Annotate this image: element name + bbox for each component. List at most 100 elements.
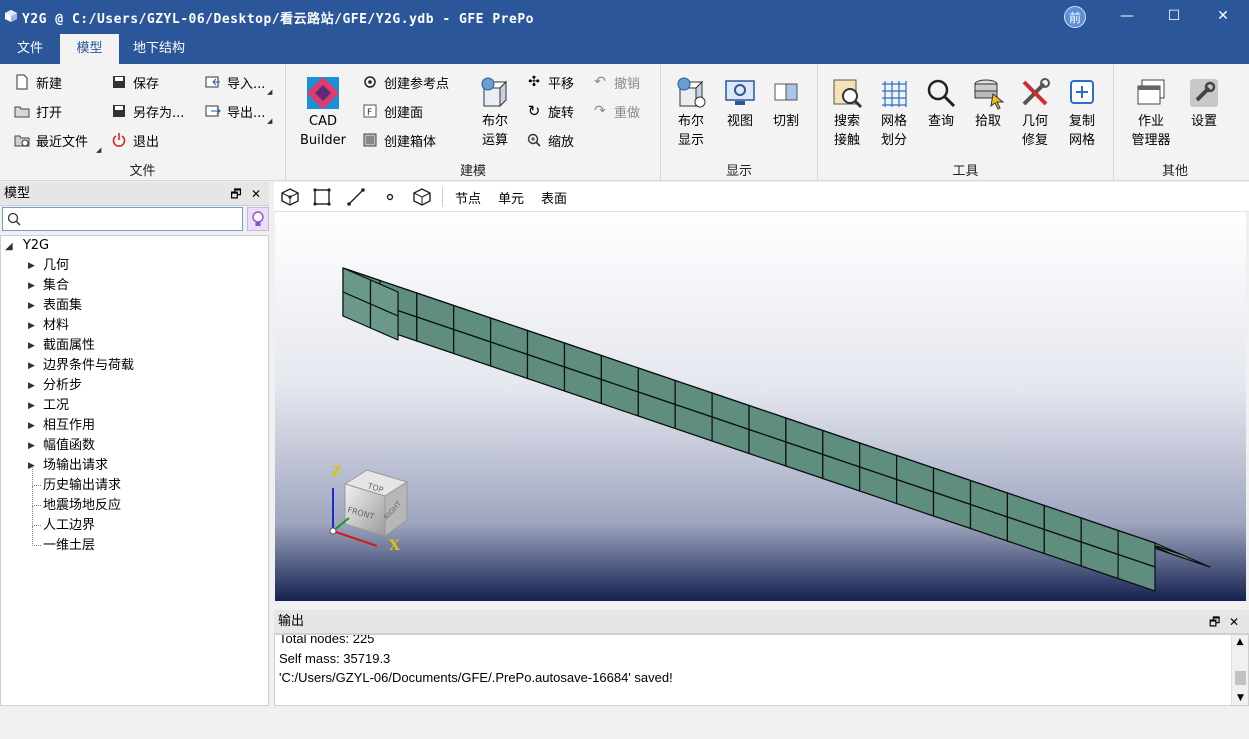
cad-builder-button[interactable]: CAD Builder	[298, 76, 348, 150]
expand-arrow-icon[interactable]: ▶	[28, 436, 35, 456]
tree-item[interactable]: 一维土层	[32, 526, 95, 556]
boolean-display-button[interactable]: 布尔 显示	[670, 76, 712, 150]
export-button[interactable]: 导出...	[205, 99, 265, 123]
expand-arrow-icon[interactable]: ▶	[28, 396, 35, 416]
mesh-button[interactable]: 网格 划分	[873, 76, 915, 150]
recent-dropdown-icon[interactable]: ◢	[96, 146, 101, 154]
close-panel-icon[interactable]: ✕	[247, 182, 265, 206]
tree-root[interactable]: ◢ Y2G	[5, 236, 49, 256]
svg-text:F: F	[367, 108, 372, 118]
float-panel-icon[interactable]: 🗗	[227, 182, 245, 206]
select-edge-button[interactable]	[344, 185, 368, 209]
output-float-icon[interactable]: 🗗	[1209, 610, 1220, 634]
select-node-button[interactable]: 节点	[450, 185, 486, 209]
exit-button[interactable]: 退出	[111, 128, 159, 152]
copy-mesh-button[interactable]: 复制 网格	[1061, 76, 1103, 150]
boolean-operation-button[interactable]: 布尔 运算	[474, 76, 516, 150]
expand-arrow-icon[interactable]: ▶	[28, 296, 35, 316]
search-box[interactable]	[2, 207, 243, 231]
pick-label: 拾取	[974, 114, 1001, 129]
output-scrollbar[interactable]: ▲ ▼	[1231, 635, 1248, 705]
tree-item[interactable]: 人工边界	[32, 506, 95, 536]
tree-item[interactable]: ▶ 几何	[28, 256, 69, 276]
import-button[interactable]: 导入...	[205, 70, 265, 94]
import-dropdown-icon[interactable]: ◢	[267, 88, 272, 96]
ribbon-group-file: 新建 打开 最近文件 ◢ 保存 另存为... 退出 导入... ◢ 导出... …	[0, 64, 286, 181]
tree-item[interactable]: ▶ 边界条件与荷载	[28, 356, 134, 376]
settings-label: 设置	[1190, 114, 1217, 129]
redo-button[interactable]: ↷ 重做	[592, 99, 640, 123]
minimize-button[interactable]: —	[1104, 0, 1150, 34]
select-element-button[interactable]: 单元	[493, 185, 529, 209]
tab-underground[interactable]: 地下结构	[119, 34, 199, 65]
tree-item[interactable]: ▶ 场输出请求	[28, 456, 108, 476]
settings-button[interactable]: 设置	[1183, 76, 1225, 131]
geometry-repair-button[interactable]: 几何 修复	[1014, 76, 1056, 150]
new-file-icon	[16, 74, 28, 90]
create-box-button[interactable]: 创建箱体	[362, 128, 436, 152]
tree-item[interactable]: ▶ 工况	[28, 396, 69, 416]
tree-item-label: 表面集	[43, 298, 83, 313]
tree-item-label: 相互作用	[43, 418, 96, 433]
translate-button[interactable]: ✣ 平移	[526, 70, 574, 94]
ribbon-group-modeling: CAD Builder 创建参考点 F 创建面 创建箱体 布尔 运算 ✣ 平移 …	[286, 64, 661, 181]
maximize-button[interactable]: ☐	[1151, 0, 1197, 34]
expand-arrow-icon[interactable]: ▶	[28, 316, 35, 336]
tree-item-label: 地震场地反应	[43, 498, 122, 513]
scale-button[interactable]: 缩放	[526, 128, 574, 152]
highlight-toggle[interactable]	[247, 207, 269, 231]
user-avatar[interactable]: 前	[1064, 6, 1086, 28]
tab-file[interactable]: 文件	[0, 34, 60, 65]
expand-arrow-icon[interactable]: ▶	[28, 416, 35, 436]
tree-item[interactable]: ▶ 分析步	[28, 376, 82, 396]
tree-item[interactable]: ▶ 表面集	[28, 296, 83, 316]
select-point-button[interactable]	[378, 185, 402, 209]
orientation-cube[interactable]: TOP FRONT RIGHT Z X	[327, 462, 417, 552]
search-input[interactable]	[25, 210, 239, 228]
output-close-icon[interactable]: ✕	[1229, 610, 1239, 634]
collapse-arrow-icon[interactable]: ◢	[5, 241, 13, 252]
view-button[interactable]: 视图	[719, 76, 761, 131]
expand-arrow-icon[interactable]: ▶	[28, 276, 35, 296]
create-ref-point-button[interactable]: 创建参考点	[362, 70, 449, 94]
output-console[interactable]: Total nodes: 225 Self mass: 35719.3 'C:/…	[274, 634, 1249, 706]
expand-arrow-icon[interactable]: ▶	[28, 336, 35, 356]
tree-item[interactable]: ▶ 幅值函数	[28, 436, 95, 456]
pick-button[interactable]: 拾取	[967, 76, 1009, 131]
tree-item[interactable]: ▶ 材料	[28, 316, 69, 336]
expand-arrow-icon[interactable]: ▶	[28, 356, 35, 376]
select-geometry-button[interactable]	[278, 185, 302, 209]
window-title: Y2G @ C:/Users/GZYL-06/Desktop/看云路站/GFE/…	[22, 12, 534, 27]
3d-viewport[interactable]: TOP FRONT RIGHT Z X	[275, 212, 1246, 601]
tree-item[interactable]: ▶ 集合	[28, 276, 69, 296]
query-button[interactable]: 查询	[920, 76, 962, 131]
scroll-down-icon[interactable]: ▼	[1232, 691, 1248, 705]
undo-button[interactable]: ↶ 撤销	[592, 70, 640, 94]
close-button[interactable]: ✕	[1200, 0, 1246, 34]
save-as-button[interactable]: 另存为...	[111, 99, 184, 123]
boolean-cube-icon	[481, 77, 508, 108]
select-face-button[interactable]	[310, 185, 334, 209]
job-manager-button[interactable]: 作业 管理器	[1126, 76, 1176, 150]
mesh-model[interactable]	[275, 212, 1246, 601]
open-button[interactable]: 打开	[14, 99, 62, 123]
save-button[interactable]: 保存	[111, 70, 159, 94]
export-dropdown-icon[interactable]: ◢	[267, 117, 272, 125]
tree-item[interactable]: 地震场地反应	[32, 486, 122, 516]
cut-button[interactable]: 切割	[765, 76, 807, 131]
search-contact-button[interactable]: 搜索 接触	[826, 76, 868, 150]
tree-item[interactable]: ▶ 截面属性	[28, 336, 95, 356]
tree-item[interactable]: 历史输出请求	[32, 466, 121, 496]
new-button[interactable]: 新建	[14, 70, 62, 94]
select-surface-button[interactable]: 表面	[536, 185, 572, 209]
scroll-thumb[interactable]	[1235, 671, 1246, 685]
tab-model[interactable]: 模型	[60, 34, 119, 65]
recent-files-button[interactable]: 最近文件	[14, 128, 88, 152]
expand-arrow-icon[interactable]: ▶	[28, 256, 35, 276]
rotate-button[interactable]: ↻ 旋转	[526, 99, 574, 123]
select-solid-button[interactable]	[410, 185, 434, 209]
scroll-up-icon[interactable]: ▲	[1232, 635, 1248, 649]
create-surface-button[interactable]: F 创建面	[362, 99, 423, 123]
tree-item[interactable]: ▶ 相互作用	[28, 416, 96, 436]
expand-arrow-icon[interactable]: ▶	[28, 376, 35, 396]
